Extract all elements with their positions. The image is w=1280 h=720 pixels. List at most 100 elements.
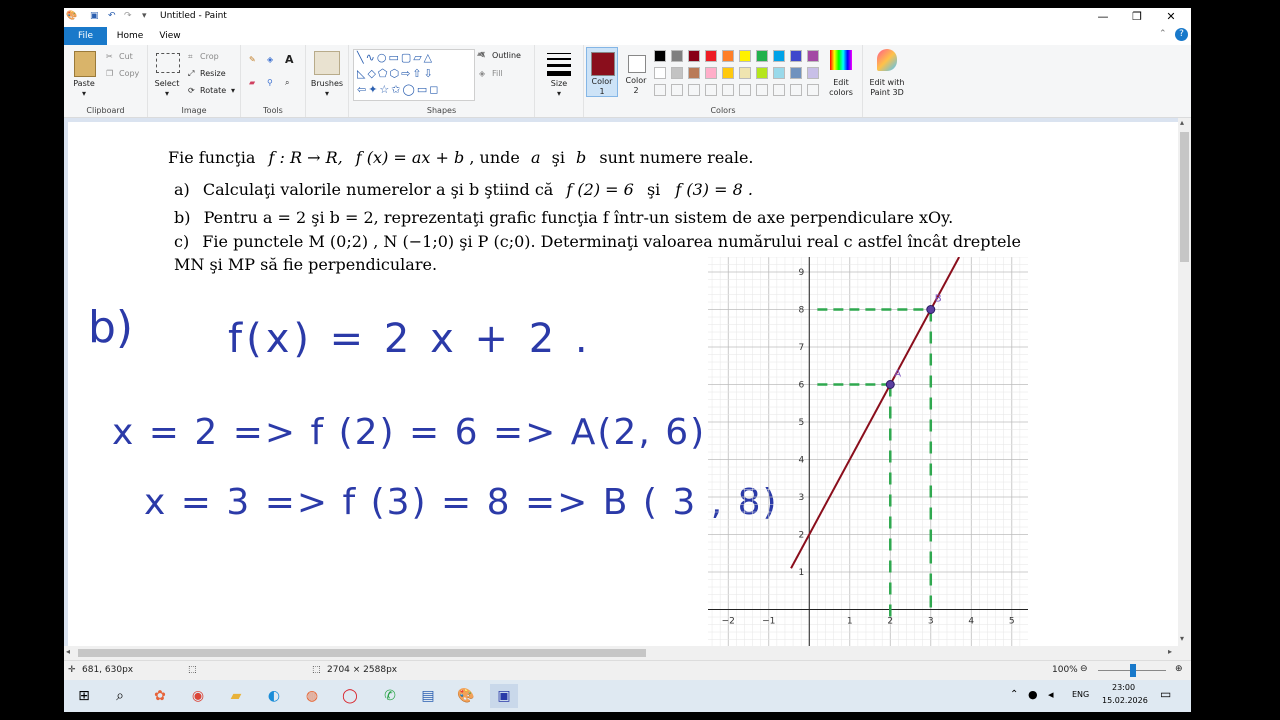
paste-dropdown-icon[interactable]: ▾ xyxy=(68,89,100,98)
scroll-up-icon[interactable]: ▴ xyxy=(1180,118,1184,127)
select-icon[interactable] xyxy=(156,53,180,73)
collapse-ribbon-icon[interactable]: ⌃ xyxy=(1159,29,1167,39)
edge-icon[interactable]: ◐ xyxy=(260,684,288,708)
outline-icon[interactable]: ✎ xyxy=(479,51,486,60)
edit-colors-label-1[interactable]: Edit xyxy=(824,78,858,87)
palette-swatch[interactable] xyxy=(722,50,734,62)
palette-swatch[interactable] xyxy=(756,50,768,62)
chrome-icon[interactable]: ◉ xyxy=(184,684,212,708)
crop-button[interactable]: Crop xyxy=(200,52,219,61)
palette-swatch[interactable] xyxy=(807,67,819,79)
palette-empty-swatch[interactable] xyxy=(773,84,785,96)
save-icon[interactable]: ▣ xyxy=(90,11,99,24)
fill-bucket-icon[interactable]: ◈ xyxy=(267,55,273,64)
brushes-dropdown-icon[interactable]: ▾ xyxy=(306,89,348,98)
palette-empty-swatch[interactable] xyxy=(756,84,768,96)
magnifier-icon[interactable]: ⌕ xyxy=(285,78,289,88)
palette-empty-swatch[interactable] xyxy=(739,84,751,96)
palette-swatch[interactable] xyxy=(739,67,751,79)
horizontal-scrollbar[interactable]: ◂ ▸ xyxy=(64,646,1191,660)
undo-icon[interactable]: ↶ xyxy=(108,11,116,24)
edit-colors-icon[interactable] xyxy=(830,50,852,70)
edit-colors-label-2[interactable]: colors xyxy=(824,88,858,97)
whatsapp-icon[interactable]: ✆ xyxy=(376,684,404,708)
resize-button[interactable]: Resize xyxy=(200,69,226,78)
copy-button[interactable]: Copy xyxy=(119,69,139,78)
fill-icon[interactable]: ◈ xyxy=(479,69,485,78)
vertical-scroll-thumb[interactable] xyxy=(1180,132,1189,262)
zoom-out-icon[interactable]: ⊖ xyxy=(1080,664,1088,674)
tab-view[interactable]: View xyxy=(156,27,184,45)
palette-swatch[interactable] xyxy=(790,50,802,62)
vertical-scrollbar[interactable]: ▴ ▾ xyxy=(1178,118,1191,646)
size-button[interactable]: Size xyxy=(535,79,583,88)
palette-empty-swatch[interactable] xyxy=(671,84,683,96)
opera-icon[interactable]: ◯ xyxy=(336,684,364,708)
palette-swatch[interactable] xyxy=(739,50,751,62)
windows-start-icon[interactable]: ⊞ xyxy=(70,684,98,708)
palette-swatch[interactable] xyxy=(688,67,700,79)
palette-empty-swatch[interactable] xyxy=(705,84,717,96)
palette-swatch[interactable] xyxy=(705,50,717,62)
whiteboard-app-icon[interactable]: ▣ xyxy=(490,684,518,708)
color-picker-icon[interactable]: ⚲ xyxy=(267,78,273,87)
palette-empty-swatch[interactable] xyxy=(688,84,700,96)
brushes-button[interactable]: Brushes xyxy=(306,79,348,88)
text-tool-icon[interactable]: A xyxy=(285,53,294,66)
resize-icon[interactable]: ⤢ xyxy=(188,69,194,79)
file-explorer-icon[interactable]: ▰ xyxy=(222,684,250,708)
paste-button[interactable]: Paste xyxy=(68,79,100,88)
shapes-gallery[interactable]: ╲∿○▭▢▱△ ◺◇⬠⬡⇨⇧⇩ ⇦✦☆✩◯▭◻ xyxy=(353,49,475,101)
firefox-icon[interactable]: ◍ xyxy=(298,684,326,708)
show-hidden-icons-icon[interactable]: ⌃ xyxy=(1010,689,1018,700)
clock-time[interactable]: 23:00 xyxy=(1112,683,1135,692)
zoom-slider-thumb[interactable] xyxy=(1130,664,1136,677)
language-indicator[interactable]: ENG xyxy=(1072,690,1089,699)
redo-icon[interactable]: ↷ xyxy=(124,11,132,24)
palette-swatch[interactable] xyxy=(654,50,666,62)
eraser-icon[interactable]: ▰ xyxy=(249,78,255,87)
palette-swatch[interactable] xyxy=(654,67,666,79)
copy-icon[interactable]: ❐ xyxy=(106,69,113,78)
pencil-icon[interactable]: ✎ xyxy=(249,55,256,64)
paint3d-label-1[interactable]: Edit with xyxy=(863,78,911,87)
clock-date[interactable]: 15.02.2026 xyxy=(1102,696,1148,705)
outline-button[interactable]: Outline xyxy=(492,51,521,60)
rotate-button[interactable]: Rotate xyxy=(200,86,226,95)
select-dropdown-icon[interactable]: ▾ xyxy=(150,89,184,98)
palette-empty-swatch[interactable] xyxy=(807,84,819,96)
scroll-left-icon[interactable]: ◂ xyxy=(66,647,70,656)
crop-icon[interactable]: ⌗ xyxy=(188,52,193,62)
palette-swatch[interactable] xyxy=(773,50,785,62)
palette-swatch[interactable] xyxy=(671,67,683,79)
palette-swatch[interactable] xyxy=(807,50,819,62)
zoom-in-icon[interactable]: ⊕ xyxy=(1175,664,1183,674)
paint-taskbar-icon[interactable]: 🎨 xyxy=(452,684,480,708)
scroll-down-icon[interactable]: ▾ xyxy=(1180,634,1184,643)
document-app-icon[interactable]: ▤ xyxy=(414,684,442,708)
palette-swatch[interactable] xyxy=(688,50,700,62)
palette-swatch[interactable] xyxy=(705,67,717,79)
volume-icon[interactable]: ◂ xyxy=(1048,688,1054,701)
close-button[interactable]: ✕ xyxy=(1154,8,1188,27)
paint3d-label-2[interactable]: Paint 3D xyxy=(863,88,911,97)
horizontal-scroll-thumb[interactable] xyxy=(78,649,646,657)
paste-icon[interactable] xyxy=(74,51,96,77)
minimize-button[interactable]: — xyxy=(1086,8,1120,27)
drawing-canvas[interactable]: Fie funcţia f : R → R, f (x) = ax + b , … xyxy=(68,122,1178,646)
scroll-right-icon[interactable]: ▸ xyxy=(1168,647,1172,656)
size-dropdown-icon[interactable]: ▾ xyxy=(535,89,583,98)
palette-swatch[interactable] xyxy=(756,67,768,79)
tab-file[interactable]: File xyxy=(64,27,107,45)
color1-button[interactable]: Color 1 xyxy=(586,47,618,97)
help-icon[interactable]: ? xyxy=(1175,28,1188,41)
cut-icon[interactable]: ✂ xyxy=(106,52,113,61)
copilot-icon[interactable]: ✿ xyxy=(146,684,174,708)
rotate-dropdown-icon[interactable]: ▾ xyxy=(231,86,235,95)
cut-button[interactable]: Cut xyxy=(119,52,133,61)
notifications-icon[interactable]: ▭ xyxy=(1160,687,1171,701)
palette-swatch[interactable] xyxy=(722,67,734,79)
palette-empty-swatch[interactable] xyxy=(654,84,666,96)
rotate-icon[interactable]: ⟳ xyxy=(188,86,195,95)
select-button[interactable]: Select xyxy=(150,79,184,88)
